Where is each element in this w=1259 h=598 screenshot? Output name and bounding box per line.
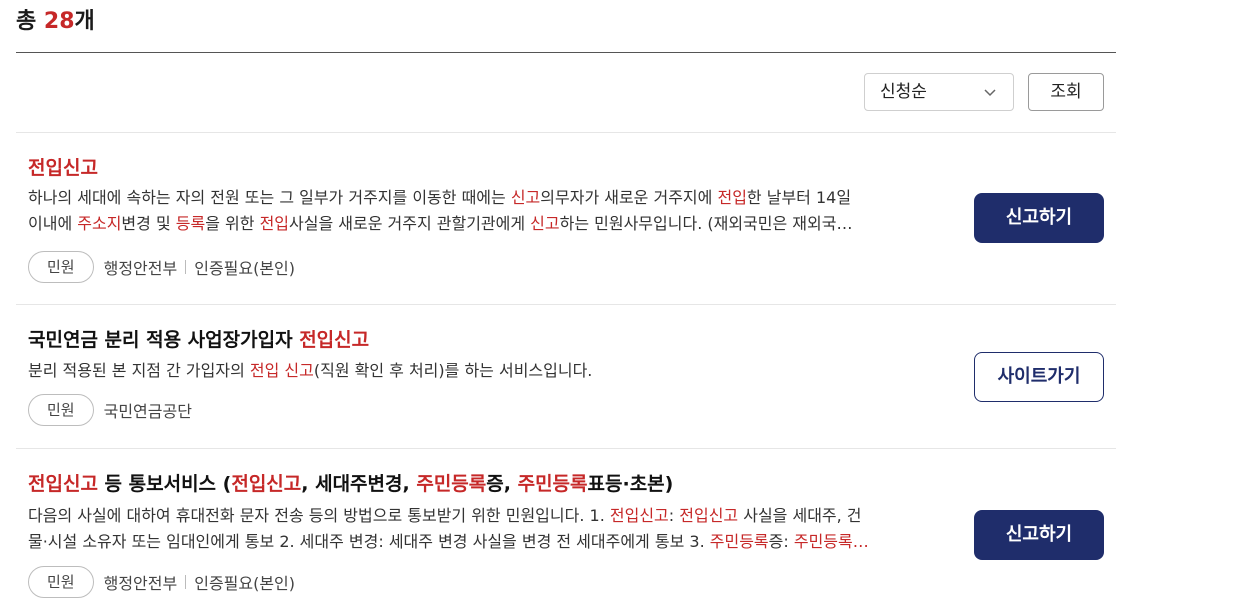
item-meta: 민원 행정안전부 인증필요(본인) — [28, 251, 295, 283]
text-segment: 하는 민원사무입니다. (재외국민은 재외국… — [559, 214, 853, 233]
keyword-highlight: 전입신고 — [609, 506, 669, 525]
text-segment: 사실을 세대주, 건 — [738, 506, 862, 525]
item-description: 분리 적용된 본 지점 간 가입자의 전입 신고(직원 확인 후 처리)를 하는… — [28, 358, 948, 384]
keyword-highlight: 주민등록 — [517, 473, 588, 495]
keyword-highlight: 등록 — [175, 214, 206, 233]
keyword-highlight: 신고 — [530, 214, 560, 233]
report-button[interactable]: 신고하기 — [974, 510, 1104, 560]
agency-label: 행정안전부 — [103, 259, 178, 278]
keyword-highlight: 주민등록 — [709, 532, 769, 551]
list-divider — [16, 448, 1116, 449]
keyword-highlight: 전입신고 — [679, 506, 739, 525]
keyword-highlight: 신고 — [510, 188, 541, 207]
auth-label: 인증필요(본인) — [194, 259, 296, 278]
item-meta: 민원 행정안전부 인증필요(본인) — [28, 566, 295, 598]
description-line: 이내에 주소지변경 및 등록을 위한 전입사실을 새로운 거주지 관할기관에게 … — [28, 211, 948, 237]
chevron-down-icon — [984, 89, 996, 97]
keyword-highlight: 주민등록… — [793, 532, 869, 551]
query-button[interactable]: 조회 — [1028, 73, 1104, 111]
meta-divider — [185, 260, 187, 274]
keyword-highlight: 주민등록 — [416, 473, 487, 495]
text-segment: 분리 적용된 본 지점 간 가입자의 — [28, 361, 250, 380]
text-segment: 하나의 세대에 속하는 자의 전원 또는 그 일부가 거주지를 이동한 때에는 — [28, 188, 511, 207]
keyword-highlight: 전입 신고 — [249, 361, 314, 380]
text-segment: 변경 및 — [121, 214, 176, 233]
keyword-highlight: 주소지 — [77, 214, 122, 233]
description-line: 물·시설 소유자 또는 임대인에게 통보 2. 세대주 변경: 세대주 변경 사… — [28, 529, 948, 555]
text-segment: 국민연금 분리 적용 사업장가입자 — [28, 329, 300, 351]
description-line: 하나의 세대에 속하는 자의 전원 또는 그 일부가 거주지를 이동한 때에는 … — [28, 185, 948, 211]
item-description: 하나의 세대에 속하는 자의 전원 또는 그 일부가 거주지를 이동한 때에는 … — [28, 185, 948, 237]
agency-label: 행정안전부 — [103, 574, 178, 593]
keyword-highlight: 전입 — [259, 214, 290, 233]
text-segment: 물·시설 소유자 또는 임대인에게 통보 2. 세대주 변경: 세대주 변경 사… — [28, 532, 710, 551]
item-description: 다음의 사실에 대하여 휴대전화 문자 전송 등의 방법으로 통보받기 위한 민… — [28, 503, 948, 555]
keyword-highlight: 전입신고 — [28, 473, 98, 495]
text-segment: , 세대주변경, — [301, 473, 417, 495]
item-title[interactable]: 전입신고 — [28, 153, 98, 180]
text-segment: 의무자가 새로운 거주지에 — [540, 188, 718, 207]
description-line: 다음의 사실에 대하여 휴대전화 문자 전송 등의 방법으로 통보받기 위한 민… — [28, 503, 948, 529]
sort-select[interactable]: 신청순 — [864, 73, 1014, 111]
text-segment: (직원 확인 후 처리)를 하는 서비스입니다. — [313, 361, 593, 380]
sort-select-value: 신청순 — [880, 82, 927, 102]
text-segment: 다음의 사실에 대하여 휴대전화 문자 전송 등의 방법으로 통보받기 위한 민… — [28, 506, 610, 525]
list-divider — [16, 304, 1116, 305]
keyword-highlight: 전입 — [717, 188, 747, 207]
text-segment: 표등·초본) — [587, 473, 674, 495]
list-divider — [16, 132, 1116, 133]
text-segment: 이내에 — [28, 214, 78, 233]
item-meta: 민원 국민연금공단 — [28, 394, 192, 426]
meta-divider — [185, 575, 187, 589]
site-link-button[interactable]: 사이트가기 — [974, 352, 1104, 402]
category-tag: 민원 — [28, 394, 94, 426]
text-segment: 사실을 새로운 거주지 관할기관에게 — [289, 214, 531, 233]
report-button[interactable]: 신고하기 — [974, 193, 1104, 243]
text-segment: 한 날부터 14일 — [746, 188, 852, 207]
keyword-highlight: 전입신고 — [231, 473, 302, 495]
category-tag: 민원 — [28, 566, 94, 598]
text-segment: 증: — [768, 532, 794, 551]
total-count: 총 28개 — [16, 3, 95, 35]
item-title[interactable]: 국민연금 분리 적용 사업장가입자 전입신고 — [28, 325, 369, 352]
header-divider — [16, 52, 1116, 53]
text-segment: : — [668, 506, 680, 525]
total-prefix: 총 — [16, 9, 44, 34]
item-title[interactable]: 전입신고 등 통보서비스 (전입신고, 세대주변경, 주민등록증, 주민등록표등… — [28, 469, 673, 496]
description-line: 분리 적용된 본 지점 간 가입자의 전입 신고(직원 확인 후 처리)를 하는… — [28, 358, 948, 384]
text-segment: 을 위한 — [205, 214, 260, 233]
keyword-highlight: 전입신고 — [299, 329, 370, 351]
auth-label: 인증필요(본인) — [194, 574, 296, 593]
keyword-highlight: 전입신고 — [28, 157, 98, 179]
text-segment: 증, — [486, 473, 518, 495]
total-count-number: 28 — [43, 9, 75, 34]
text-segment: 등 통보서비스 ( — [97, 473, 232, 495]
category-tag: 민원 — [28, 251, 94, 283]
agency-label: 국민연금공단 — [103, 402, 192, 421]
total-suffix: 개 — [74, 9, 95, 34]
